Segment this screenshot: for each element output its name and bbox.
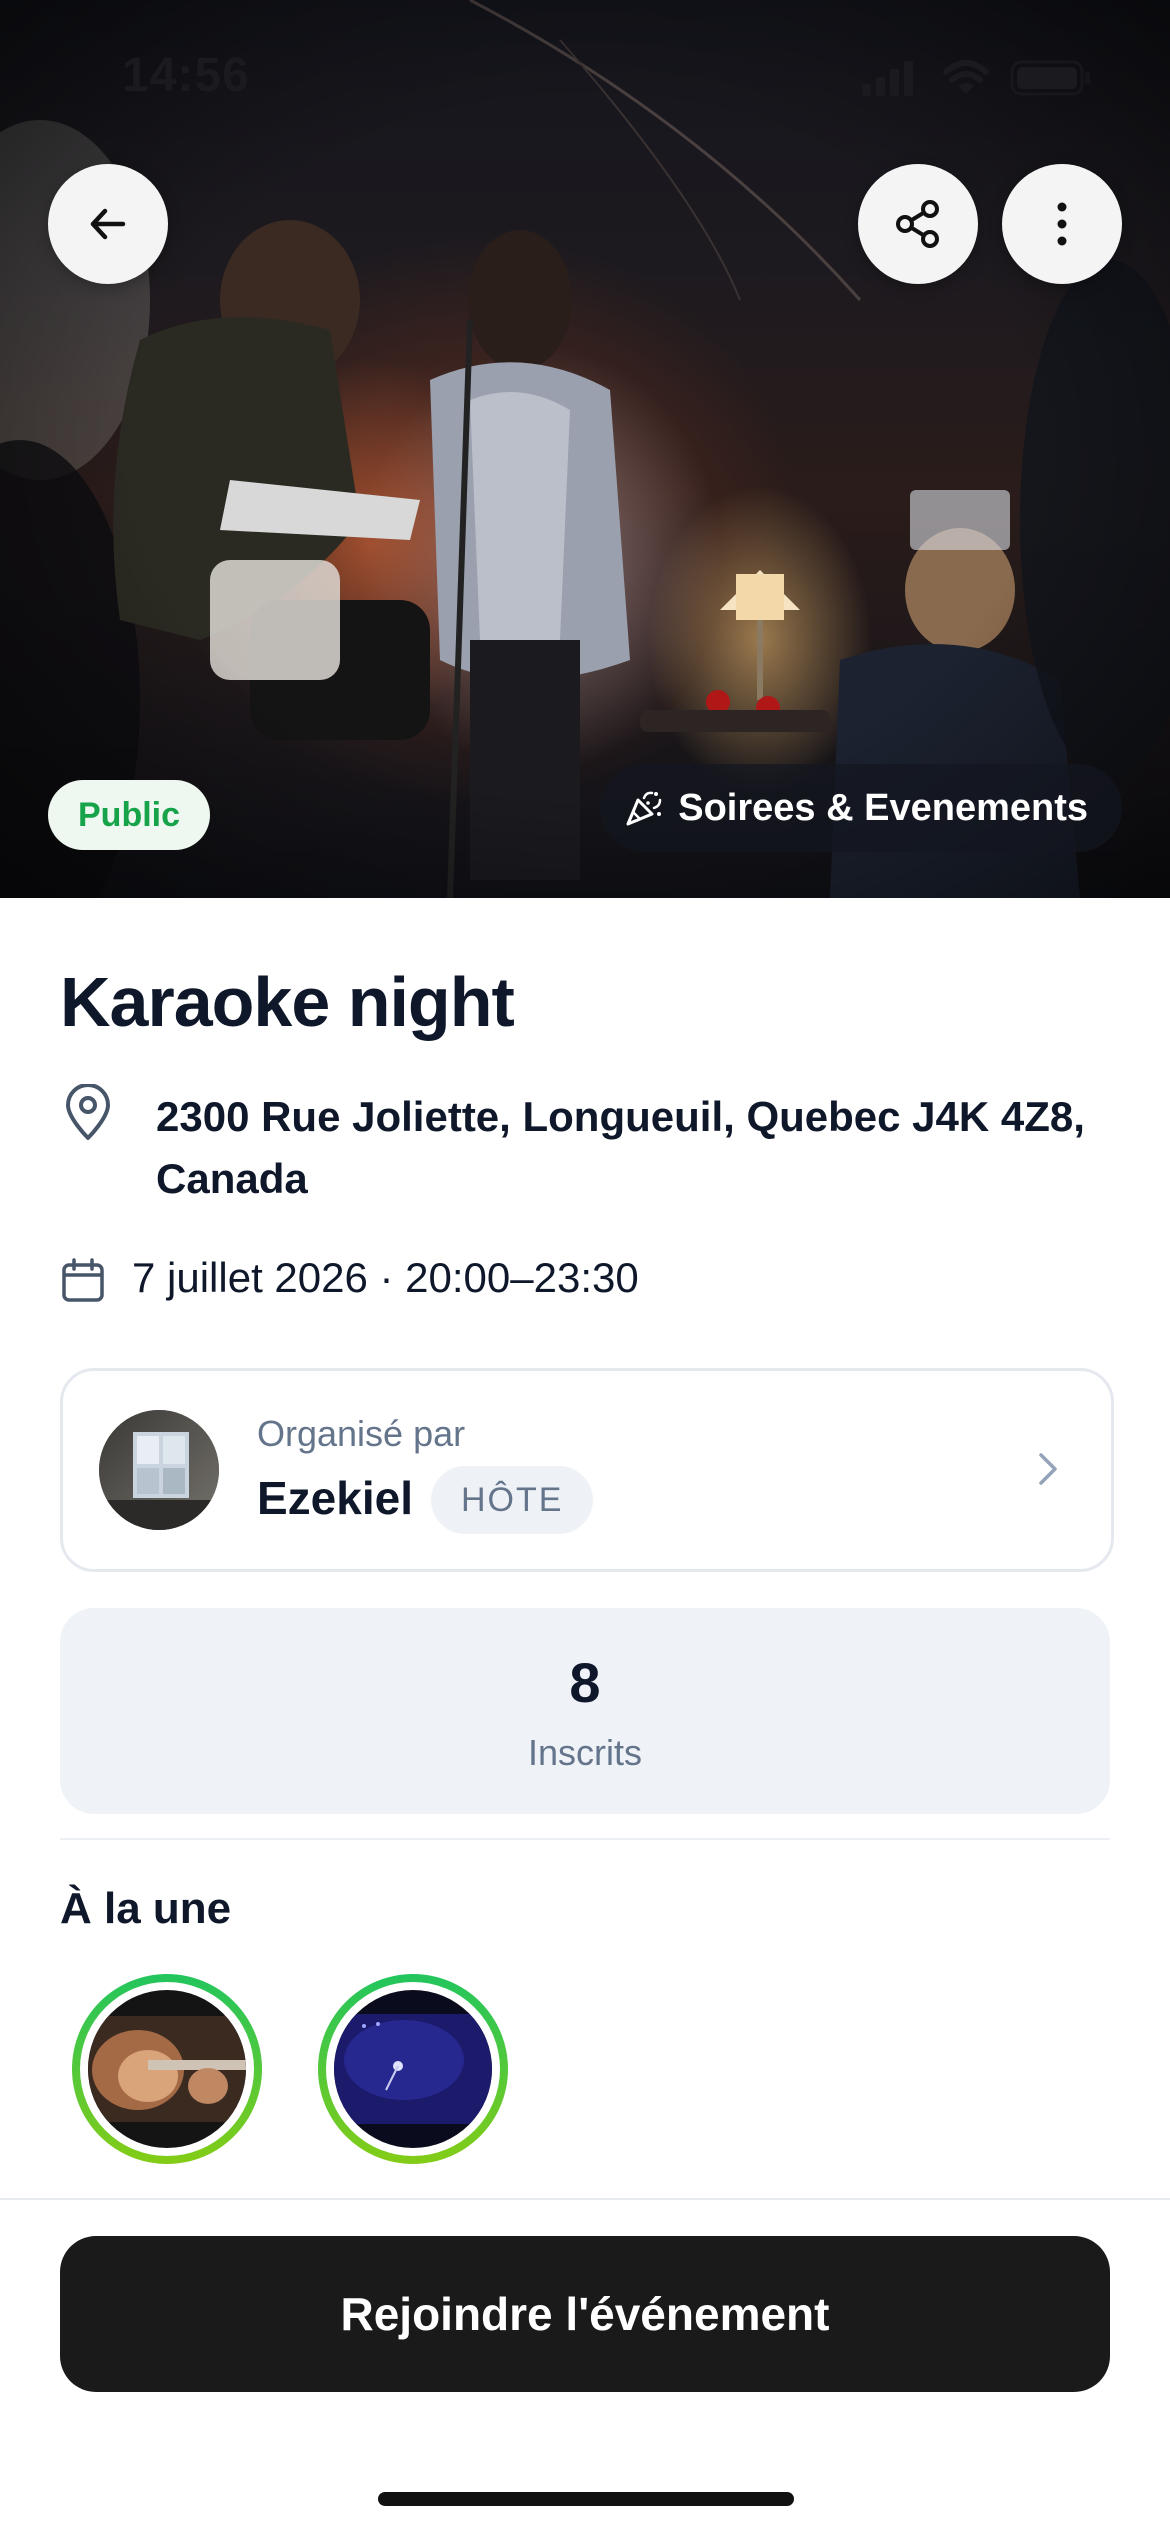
category-badge: Soirees & Evenements xyxy=(600,764,1122,852)
home-indicator xyxy=(378,2492,794,2506)
chevron-right-icon xyxy=(1039,1453,1057,1485)
event-datetime: 7 juillet 2026 · 20:00–23:30 xyxy=(132,1254,639,1301)
location-pin-icon xyxy=(66,1084,110,1140)
story-image xyxy=(334,1990,492,2148)
organizer-name: Ezekiel xyxy=(257,1472,413,1524)
share-icon xyxy=(896,200,939,248)
cellular-signal-icon xyxy=(862,61,913,96)
organizer-label: Organisé par xyxy=(257,1413,466,1454)
arrow-left-icon xyxy=(90,208,126,240)
status-bar: 14:56 xyxy=(0,0,1170,150)
event-title: Karaoke night xyxy=(60,963,515,1041)
event-address: 2300 Rue Joliette, Longueuil, Quebec J4K… xyxy=(156,1093,1085,1202)
attendees-stat-card: 8 Inscrits xyxy=(60,1608,1110,1814)
divider xyxy=(60,1838,1110,1840)
status-time: 14:56 xyxy=(122,49,250,102)
join-event-button[interactable]: Rejoindre l'événement xyxy=(60,2236,1110,2392)
visibility-badge: Public xyxy=(48,780,211,850)
share-button[interactable] xyxy=(858,164,978,284)
bottom-bar-divider xyxy=(0,2198,1170,2200)
wifi-icon xyxy=(943,60,989,94)
party-popper-icon xyxy=(626,791,662,826)
story-thumbnail-guitar[interactable] xyxy=(72,1974,262,2164)
featured-section-title: À la une xyxy=(60,1884,232,1933)
battery-icon xyxy=(1010,60,1090,96)
attendees-count: 8 xyxy=(569,1651,601,1714)
event-cover-image: 14:56 Public Soirees & Evenements xyxy=(0,0,1170,898)
story-thumbnail-stage[interactable] xyxy=(318,1974,508,2164)
category-label: Soirees & Evenements xyxy=(678,786,1088,829)
back-button[interactable] xyxy=(48,164,168,284)
calendar-icon xyxy=(62,1258,104,1302)
host-badge: HÔTE xyxy=(431,1466,594,1534)
organizer-avatar xyxy=(99,1410,219,1530)
story-image xyxy=(88,1990,246,2148)
status-icons xyxy=(862,58,1092,103)
organizer-card[interactable]: Organisé par Ezekiel HÔTE xyxy=(60,1368,1114,1572)
attendees-label: Inscrits xyxy=(527,1732,642,1773)
more-vertical-icon xyxy=(1057,202,1067,246)
more-options-button[interactable] xyxy=(1002,164,1122,284)
